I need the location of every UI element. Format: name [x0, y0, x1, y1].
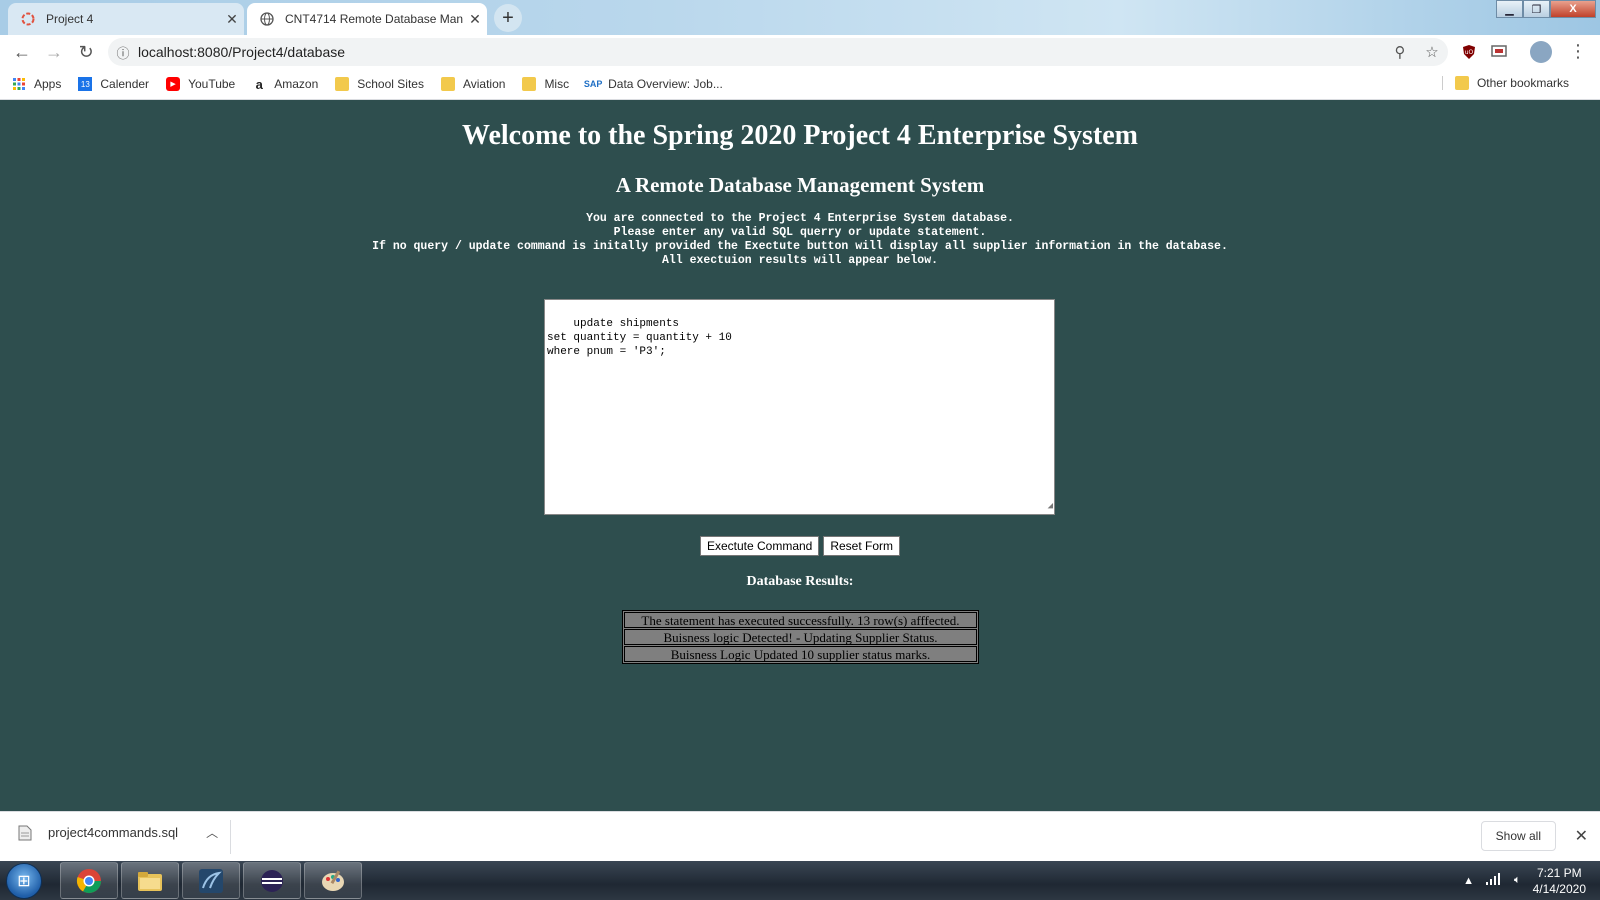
bookmark-label: Misc	[544, 77, 570, 91]
folder-icon	[440, 77, 455, 91]
svg-text:uO: uO	[1465, 49, 1474, 56]
bookmark-amazon[interactable]: a Amazon	[252, 76, 319, 92]
download-shelf: project4commands.sql ︿ Show all ✕	[0, 811, 1600, 861]
tab-label: CNT4714 Remote Database Man	[285, 12, 463, 26]
result-row: Buisness Logic Updated 10 supplier statu…	[624, 646, 977, 662]
reload-icon[interactable]: ↻	[70, 42, 102, 63]
menu-dots-icon[interactable]: ⋮	[1562, 41, 1594, 62]
sql-input[interactable]: update shipments set quantity = quantity…	[544, 299, 1055, 515]
bookmark-misc[interactable]: Misc	[522, 77, 569, 91]
bookmark-school-sites[interactable]: School Sites	[335, 77, 424, 91]
close-tab-icon[interactable]: ✕	[220, 11, 244, 28]
results-heading: Database Results:	[746, 574, 854, 589]
page-title: Welcome to the Spring 2020 Project 4 Ent…	[461, 120, 1139, 151]
browser-tab-strip: Project 4 ✕ CNT4714 Remote Database Man …	[0, 0, 1600, 35]
chevron-up-icon[interactable]: ︿	[206, 824, 218, 841]
clock-time: 7:21 PM	[1536, 865, 1582, 880]
reset-form-button[interactable]: Reset Form	[823, 536, 901, 556]
tab-label: Project 4	[46, 12, 94, 26]
bookmarks-bar: Apps 13 Calender ▶ YouTube a Amazon Scho…	[0, 69, 1600, 100]
bookmark-label: Data Overview: Job...	[608, 77, 723, 91]
file-icon	[18, 825, 32, 840]
folder-icon	[335, 77, 350, 91]
system-tray: ▲ 🔈︎ 7:21 PM 4/14/2020	[1463, 861, 1592, 900]
cast-icon[interactable]	[1488, 41, 1510, 63]
page-subtitle: A Remote Database Management System	[615, 173, 985, 197]
bookmark-data-overview[interactable]: SAP Data Overview: Job...	[583, 77, 723, 91]
results-table: The statement has executed successfully.…	[622, 610, 979, 664]
youtube-icon: ▶	[166, 77, 181, 91]
close-tab-icon[interactable]: ✕	[463, 11, 487, 28]
tab-remote-database[interactable]: CNT4714 Remote Database Man ✕	[247, 3, 487, 35]
bookmark-label: Apps	[34, 77, 62, 91]
intro-line: All exectuion results will appear below.	[661, 254, 939, 267]
clock[interactable]: 7:21 PM 4/14/2020	[1533, 865, 1586, 897]
windows-taskbar: ⊞ ▲ 🔈︎ 7:21 PM 4/14/2020	[0, 861, 1600, 900]
network-icon[interactable]	[1486, 873, 1502, 888]
result-row: Buisness logic Detected! - Updating Supp…	[624, 629, 977, 645]
new-tab-button[interactable]: +	[494, 4, 522, 32]
bookmark-star-icon[interactable]: ☆	[1416, 43, 1448, 61]
close-icon[interactable]: ✕	[1575, 826, 1588, 846]
profile-avatar[interactable]	[1530, 41, 1552, 63]
intro-line: If no query / update command is initally…	[372, 240, 1228, 253]
back-arrow-icon[interactable]: ←	[6, 42, 38, 63]
start-button[interactable]: ⊞	[6, 863, 42, 899]
intro-line: Please enter any valid SQL querry or upd…	[613, 226, 987, 239]
ublock-icon[interactable]: uO	[1458, 41, 1480, 63]
browser-toolbar: ← → ↻ ⓘ localhost:8080/Project4/database…	[0, 35, 1600, 69]
bookmark-calender[interactable]: 13 Calender	[78, 77, 149, 91]
address-bar[interactable]: ⓘ localhost:8080/Project4/database ⚲ ☆	[108, 38, 1448, 66]
divider	[230, 820, 231, 854]
calendar-icon: 13	[78, 77, 93, 91]
paint-taskbar-icon[interactable]	[304, 862, 362, 899]
page-content: Welcome to the Spring 2020 Project 4 Ent…	[0, 100, 1600, 811]
execute-command-button[interactable]: Exectute Command	[699, 536, 820, 556]
show-all-button[interactable]: Show all	[1480, 821, 1556, 851]
apps-grid-icon	[12, 77, 26, 91]
zoom-icon[interactable]: ⚲	[1384, 43, 1416, 61]
volume-icon[interactable]: 🔈︎	[1514, 874, 1521, 887]
bookmark-label: School Sites	[357, 77, 424, 91]
tab-project-4[interactable]: Project 4 ✕	[8, 3, 244, 35]
folder-icon	[1454, 76, 1469, 90]
loading-icon	[20, 11, 36, 27]
show-hidden-icons-icon[interactable]: ▲	[1463, 875, 1474, 887]
form-buttons: Exectute Command Reset Form	[0, 536, 1600, 556]
result-row: The statement has executed successfully.…	[624, 612, 977, 628]
url-text[interactable]: localhost:8080/Project4/database	[138, 44, 1384, 60]
folder-icon	[522, 77, 537, 91]
window-controls: ▁ ❐ X	[1496, 0, 1596, 20]
resize-handle-icon[interactable]: ◢	[1048, 499, 1053, 513]
forward-arrow-icon[interactable]: →	[38, 42, 70, 63]
chrome-taskbar-icon[interactable]	[60, 862, 118, 899]
intro-text: You are connected to the Project 4 Enter…	[0, 212, 1600, 268]
bookmark-label: Calender	[100, 77, 150, 91]
minimize-button[interactable]: ▁	[1496, 0, 1523, 18]
download-filename: project4commands.sql	[48, 825, 179, 840]
download-item[interactable]: project4commands.sql ︿	[18, 824, 218, 841]
bookmark-label: Aviation	[462, 77, 506, 91]
maximize-button[interactable]: ❐	[1523, 0, 1550, 18]
bookmark-label: Other bookmarks	[1476, 76, 1569, 90]
sql-text[interactable]: update shipments set quantity = quantity…	[547, 318, 732, 358]
intro-line: You are connected to the Project 4 Enter…	[586, 212, 1014, 225]
bookmark-aviation[interactable]: Aviation	[440, 77, 506, 91]
info-icon[interactable]: ⓘ	[108, 43, 138, 62]
mysql-workbench-taskbar-icon[interactable]	[182, 862, 240, 899]
bookmark-label: YouTube	[188, 77, 236, 91]
window-close-button[interactable]: X	[1550, 0, 1596, 18]
file-explorer-taskbar-icon[interactable]	[121, 862, 179, 899]
globe-icon	[259, 11, 275, 27]
eclipse-taskbar-icon[interactable]	[243, 862, 301, 899]
clock-date: 4/14/2020	[1532, 881, 1586, 896]
amazon-icon: a	[255, 76, 263, 92]
other-bookmarks[interactable]: Other bookmarks	[1441, 76, 1569, 90]
bookmark-label: Amazon	[274, 77, 319, 91]
bookmark-youtube[interactable]: ▶ YouTube	[166, 77, 235, 91]
data-icon: SAP	[583, 79, 603, 89]
bookmark-apps[interactable]: Apps	[12, 77, 61, 91]
